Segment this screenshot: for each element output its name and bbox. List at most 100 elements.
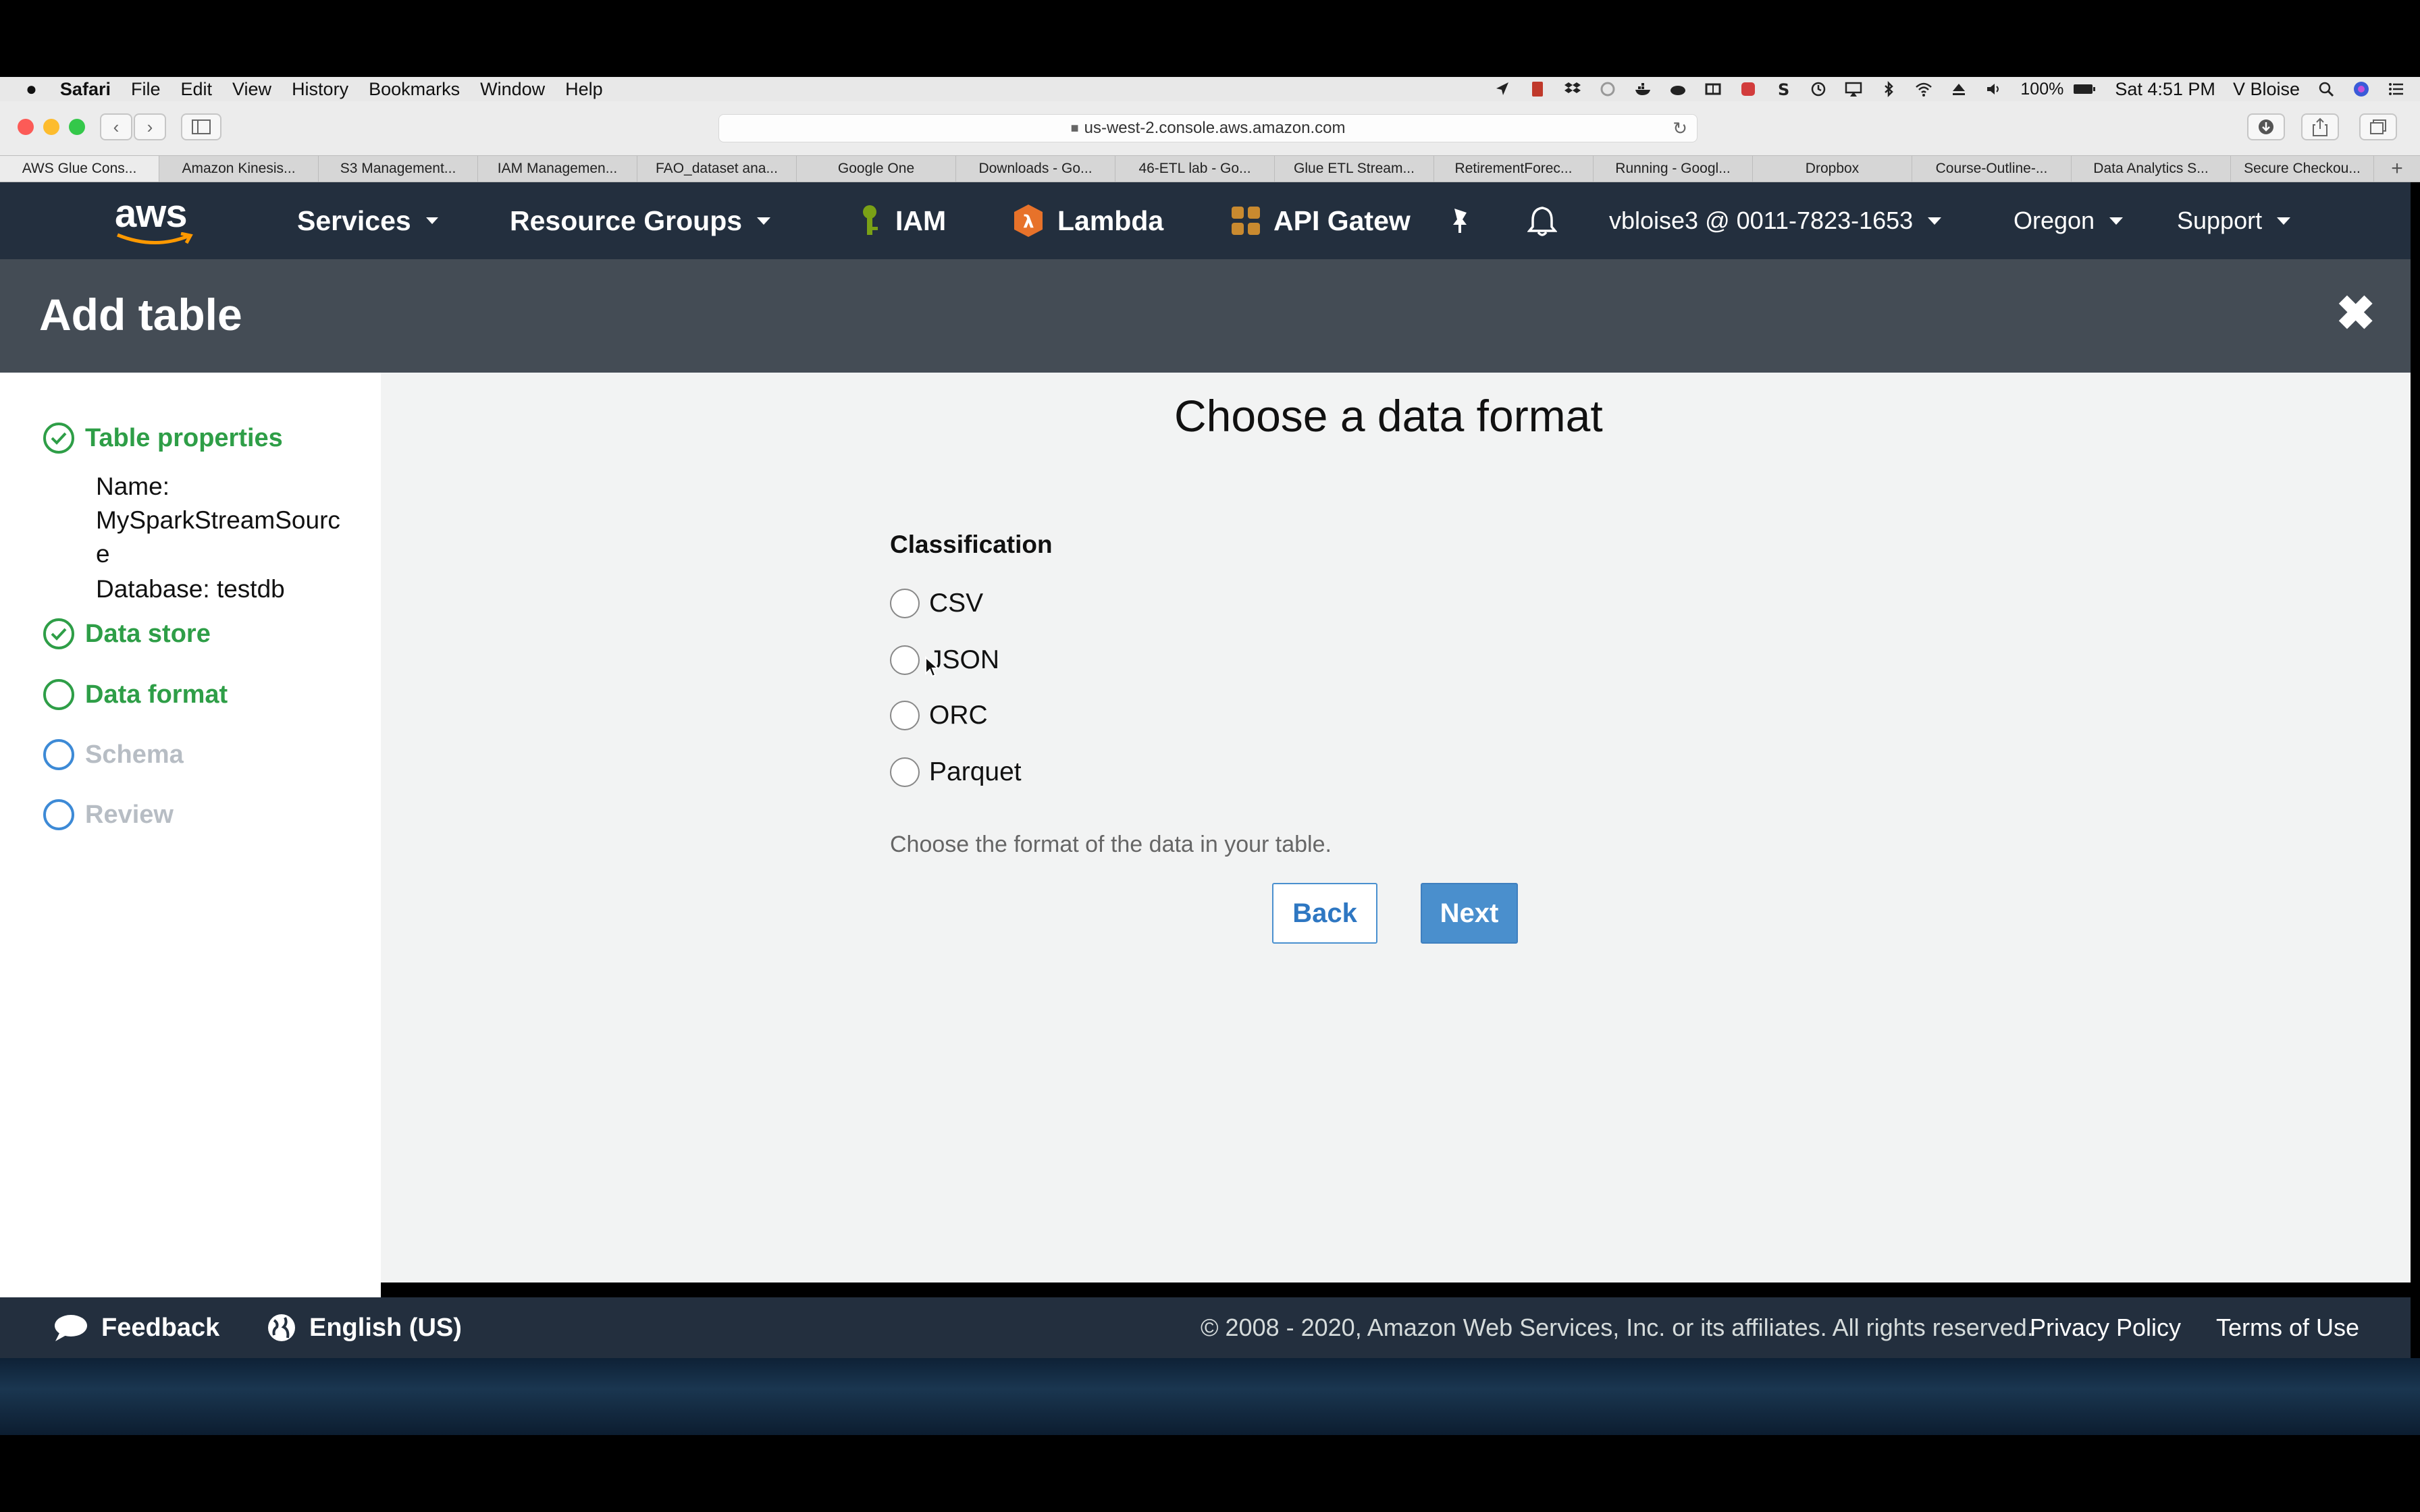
- aws-logo[interactable]: aws: [115, 182, 194, 259]
- terms-of-use-link[interactable]: Terms of Use: [2216, 1297, 2359, 1358]
- book-icon[interactable]: [1704, 80, 1722, 98]
- browser-tab[interactable]: Course-Outline-...: [1912, 156, 2072, 182]
- close-icon[interactable]: ✖: [2336, 290, 2375, 337]
- menubar-clock[interactable]: Sat 4:51 PM: [2115, 79, 2215, 100]
- minimize-window-button[interactable]: [43, 119, 59, 135]
- circle-icon: [43, 739, 74, 770]
- spotlight-search-icon[interactable]: [2317, 80, 2335, 98]
- iam-shortcut[interactable]: IAM: [858, 182, 946, 259]
- browser-tab[interactable]: Secure Checkou...: [2231, 156, 2374, 182]
- classification-label: Classification: [890, 531, 1053, 558]
- battery-percent[interactable]: 100%: [2020, 80, 2063, 99]
- browser-tab[interactable]: RetirementForec...: [1434, 156, 1594, 182]
- account-menu[interactable]: vbloise3 @ 0011-7823-1653: [1609, 182, 1942, 259]
- wizard-steps-sidebar: Table properties Name: MySparkStreamSour…: [0, 373, 381, 1297]
- time-machine-icon[interactable]: [1810, 80, 1827, 98]
- support-menu[interactable]: Support: [2177, 182, 2291, 259]
- siri-icon[interactable]: [2352, 80, 2370, 98]
- apple-icon[interactable]: ●: [26, 78, 37, 100]
- menubar-user[interactable]: V Bloise: [2233, 79, 2300, 100]
- menu-history[interactable]: History: [292, 79, 348, 100]
- new-tab-button[interactable]: +: [2374, 156, 2420, 182]
- language-selector[interactable]: English (US): [266, 1297, 462, 1358]
- menu-bookmarks[interactable]: Bookmarks: [369, 79, 460, 100]
- forward-nav-button[interactable]: ›: [134, 113, 166, 140]
- back-button[interactable]: Back: [1272, 883, 1377, 944]
- volume-icon[interactable]: [1985, 80, 2003, 98]
- next-button[interactable]: Next: [1421, 883, 1518, 944]
- step-data-store[interactable]: Data store: [43, 618, 211, 649]
- address-bar[interactable]: ■ us-west-2.console.aws.amazon.com ↻: [718, 114, 1698, 142]
- downloads-button[interactable]: [2247, 113, 2285, 140]
- browser-tab[interactable]: FAO_dataset ana...: [637, 156, 797, 182]
- reload-icon[interactable]: ↻: [1673, 118, 1687, 139]
- feedback-link[interactable]: Feedback: [53, 1297, 219, 1358]
- menu-safari[interactable]: Safari: [60, 79, 111, 100]
- lambda-shortcut[interactable]: λ Lambda: [1013, 182, 1163, 259]
- api-gateway-shortcut[interactable]: API Gatew: [1229, 182, 1418, 259]
- location-icon[interactable]: [1494, 80, 1511, 98]
- maximize-window-button[interactable]: [69, 119, 85, 135]
- airplay-icon[interactable]: [1845, 80, 1862, 98]
- app-status-icon[interactable]: [1529, 80, 1546, 98]
- format-option-json[interactable]: JSON: [890, 645, 999, 675]
- circle-icon: [43, 679, 74, 710]
- menu-file[interactable]: File: [131, 79, 161, 100]
- format-option-parquet[interactable]: Parquet: [890, 757, 1022, 787]
- wifi-icon[interactable]: [1915, 80, 1932, 98]
- menu-edit[interactable]: Edit: [180, 79, 212, 100]
- browser-tab[interactable]: Dropbox: [1753, 156, 1912, 182]
- browser-tab[interactable]: 46-ETL lab - Go...: [1115, 156, 1275, 182]
- browser-tab[interactable]: Data Analytics S...: [2072, 156, 2231, 182]
- format-option-orc[interactable]: ORC: [890, 701, 988, 730]
- option-label: CSV: [929, 589, 984, 618]
- iam-label: IAM: [895, 205, 947, 236]
- eject-icon[interactable]: [1950, 80, 1968, 98]
- scrivener-icon[interactable]: S: [1774, 80, 1792, 98]
- step-table-properties[interactable]: Table properties: [43, 423, 283, 454]
- svg-text:λ: λ: [1023, 212, 1034, 232]
- pin-shortcuts-button[interactable]: [1446, 182, 1472, 259]
- docker-icon[interactable]: [1634, 80, 1652, 98]
- notification-center-icon[interactable]: [2388, 80, 2405, 98]
- step-label: Data store: [85, 619, 211, 648]
- share-button[interactable]: [2301, 113, 2339, 140]
- format-option-csv[interactable]: CSV: [890, 589, 983, 618]
- step-schema: Schema: [43, 739, 184, 770]
- dropbox-icon[interactable]: [1564, 80, 1581, 98]
- browser-tab[interactable]: Glue ETL Stream...: [1275, 156, 1434, 182]
- region-menu[interactable]: Oregon: [2014, 182, 2124, 259]
- check-circle-icon: [43, 618, 74, 649]
- account-label: vbloise3 @ 0011-7823-1653: [1609, 207, 1914, 234]
- privacy-policy-link[interactable]: Privacy Policy: [2030, 1297, 2181, 1358]
- sidebar-toggle-button[interactable]: [181, 113, 221, 140]
- radio-button[interactable]: [890, 645, 920, 675]
- notifications-button[interactable]: [1527, 182, 1557, 259]
- browser-tab[interactable]: Google One: [797, 156, 956, 182]
- browser-tab[interactable]: Amazon Kinesis...: [159, 156, 319, 182]
- browser-tab[interactable]: Downloads - Go...: [956, 156, 1115, 182]
- close-window-button[interactable]: [18, 119, 34, 135]
- tab-overview-button[interactable]: [2359, 113, 2397, 140]
- radio-button[interactable]: [890, 701, 920, 730]
- browser-tab[interactable]: S3 Management...: [319, 156, 478, 182]
- menu-help[interactable]: Help: [565, 79, 603, 100]
- circle-icon: [43, 799, 74, 830]
- radio-button[interactable]: [890, 589, 920, 618]
- browser-tab[interactable]: Running - Googl...: [1594, 156, 1753, 182]
- menu-view[interactable]: View: [232, 79, 271, 100]
- back-nav-button[interactable]: ‹: [100, 113, 132, 140]
- services-menu[interactable]: Services: [297, 182, 438, 259]
- menu-window[interactable]: Window: [480, 79, 545, 100]
- bluetooth-icon[interactable]: [1880, 80, 1897, 98]
- browser-tab[interactable]: AWS Glue Cons...: [0, 156, 159, 182]
- console-footer: Feedback English (US) © 2008 - 2020, Ama…: [0, 1297, 2411, 1358]
- cloud-icon[interactable]: [1669, 80, 1687, 98]
- sync-icon[interactable]: [1599, 80, 1616, 98]
- battery-icon[interactable]: [2072, 80, 2097, 98]
- radio-button[interactable]: [890, 757, 920, 787]
- step-data-format[interactable]: Data format: [43, 679, 228, 710]
- browser-tab[interactable]: IAM Managemen...: [478, 156, 637, 182]
- resource-groups-menu[interactable]: Resource Groups: [510, 182, 771, 259]
- shield-app-icon[interactable]: [1739, 80, 1757, 98]
